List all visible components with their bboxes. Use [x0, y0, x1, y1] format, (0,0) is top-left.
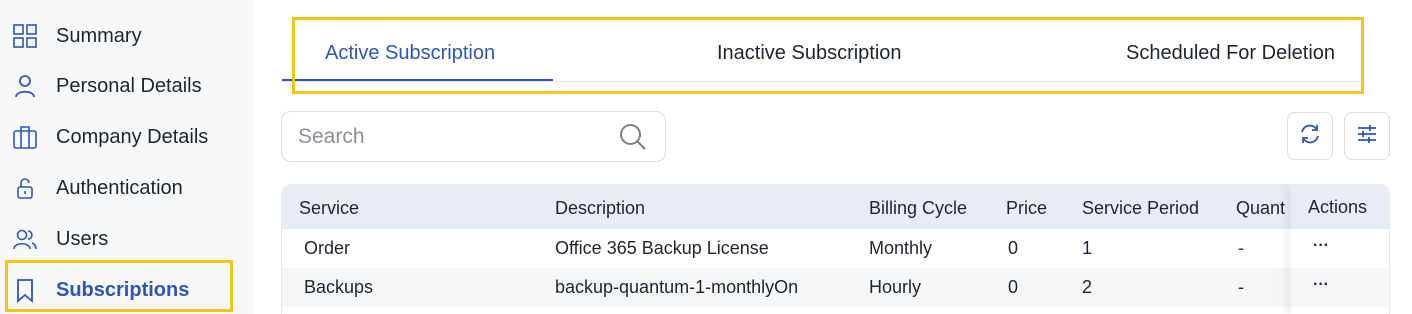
refresh-icon [1298, 122, 1322, 151]
column-header-service[interactable]: Service [299, 198, 359, 219]
sliders-icon [1355, 122, 1379, 151]
subscriptions-table: Service Description Billing Cycle Price … [281, 184, 1390, 314]
sidebar-item-label: Summary [56, 24, 142, 47]
sidebar-item-authentication[interactable]: Authentication [0, 166, 254, 210]
cell-description: backup-quantum-1-monthlyOn [555, 277, 799, 297]
users-icon [12, 226, 38, 252]
cell-billing-cycle: Hourly [869, 277, 922, 297]
sidebar-item-personal-details[interactable]: Personal Details [0, 64, 254, 108]
refresh-button[interactable] [1287, 112, 1333, 160]
app-root: Summary Personal Details Company Details [0, 0, 1412, 314]
grid-icon [12, 23, 38, 49]
column-header-actions: Actions [1308, 197, 1368, 217]
filter-button[interactable] [1344, 112, 1390, 160]
more-actions-button[interactable]: ··· [1313, 237, 1329, 255]
column-header-price[interactable]: Price [1006, 198, 1047, 219]
highlight-box [292, 17, 1364, 94]
cell-price: 0 [1008, 238, 1019, 258]
actions-cell: ··· [1291, 229, 1389, 268]
sidebar-item-label: Authentication [56, 176, 183, 199]
sidebar-item-label: Company Details [56, 125, 209, 148]
column-header-description[interactable]: Description [555, 198, 645, 219]
cell-service-period: 1 [1082, 238, 1093, 258]
user-icon [12, 73, 38, 99]
column-header-service-period[interactable]: Service Period [1082, 198, 1199, 219]
search-input[interactable] [298, 124, 598, 150]
building-icon [12, 124, 38, 150]
lock-icon [12, 175, 38, 201]
search-box [281, 111, 666, 162]
sidebar-item-label: Users [56, 227, 109, 250]
cell-price: 0 [1008, 277, 1019, 297]
cell-quantity: - [1238, 238, 1244, 258]
more-actions-button[interactable]: ··· [1313, 276, 1329, 294]
actions-cell: ··· [1291, 268, 1389, 307]
cell-billing-cycle: Monthly [869, 238, 933, 258]
sidebar-item-company-details[interactable]: Company Details [0, 115, 254, 159]
cell-service: Order [304, 238, 351, 258]
cell-quantity: - [1238, 277, 1244, 297]
actions-column: Actions ··· ··· [1291, 185, 1389, 314]
cell-description: Office 365 Backup License [555, 238, 769, 258]
cell-service: Backups [304, 277, 374, 297]
sidebar: Summary Personal Details Company Details [0, 0, 254, 314]
search-icon[interactable] [618, 122, 648, 152]
table-row[interactable]: Backups backup-quantum-1-monthlyOn Hourl… [282, 268, 1389, 307]
table-row[interactable]: Order Office 365 Backup License Monthly … [282, 229, 1389, 268]
sidebar-item-summary[interactable]: Summary [0, 14, 254, 58]
cell-service-period: 2 [1082, 277, 1093, 297]
column-header-billing-cycle[interactable]: Billing Cycle [869, 198, 967, 219]
sidebar-item-label: Personal Details [56, 74, 202, 97]
sidebar-item-users[interactable]: Users [0, 217, 254, 261]
column-header-quantity[interactable]: Quant [1236, 198, 1285, 219]
highlight-box [5, 260, 233, 312]
actions-header: Actions [1291, 185, 1389, 229]
table-header: Service Description Billing Cycle Price … [282, 185, 1389, 229]
